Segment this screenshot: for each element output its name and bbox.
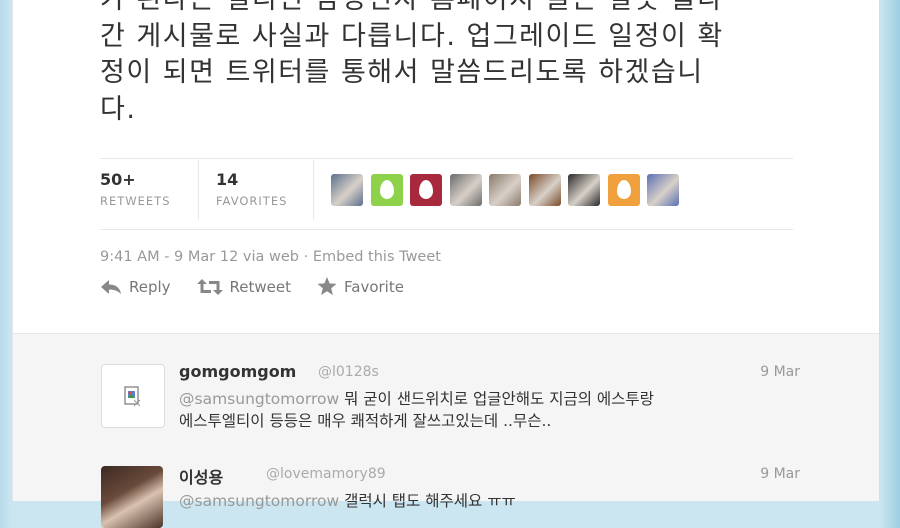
reply-icon [100, 279, 122, 295]
embed-tweet-link[interactable]: Embed this Tweet [313, 249, 441, 265]
tweet-text-line: 다. [100, 93, 137, 125]
avatar[interactable] [101, 466, 163, 528]
reply-button[interactable]: Reply [100, 277, 171, 296]
favorites-label: FAVORITES [216, 194, 288, 208]
reply-author-name[interactable]: gomgomgom [179, 362, 296, 381]
reply-label: Reply [129, 277, 171, 296]
tweet-text: 가 된다는 필리핀 삼성전자 홈페이지 글은 잘못 올라 간 게시물로 사실과 … [100, 0, 800, 128]
reply-text: @samsungtomorrow 갤럭시 탭도 해주세요 ㅠㅠ [179, 490, 799, 512]
default-egg-icon[interactable] [607, 174, 640, 206]
user-photo-icon[interactable] [449, 174, 482, 206]
retweets-count: 50+ [100, 170, 136, 189]
favorite-label: Favorite [344, 277, 404, 296]
divider [198, 160, 199, 220]
reply-author-name[interactable]: 이성용 [179, 464, 223, 488]
divider [100, 229, 793, 230]
mention-link[interactable]: @samsungtomorrow [179, 492, 339, 510]
user-photo-icon[interactable] [528, 174, 561, 206]
user-photo-icon[interactable] [647, 174, 679, 206]
user-photo-icon[interactable] [331, 174, 363, 206]
reply-timestamp[interactable]: 9 Mar [760, 466, 800, 482]
avatar[interactable] [101, 364, 165, 428]
reply-author-handle[interactable]: @l0128s [318, 364, 379, 380]
retweet-button[interactable]: Retweet [196, 277, 292, 296]
retweet-label: Retweet [229, 277, 292, 296]
reply-timestamp[interactable]: 9 Mar [760, 364, 800, 380]
tweet-text-line: 가 된다는 필리핀 삼성전자 홈페이지 글은 잘못 올라 [100, 0, 800, 19]
favoriter-avatars [331, 174, 679, 206]
reply-author-handle[interactable]: @lovemamory89 [266, 466, 386, 482]
retweets-label: RETWEETS [100, 194, 171, 208]
replies-section: gomgomgom @l0128s 9 Mar @samsungtomorrow… [13, 333, 879, 528]
tweet-actions: Reply Retweet Favorite [100, 277, 404, 296]
broken-image-icon [124, 386, 141, 406]
retweets-stat[interactable]: 50+ RETWEETS [100, 170, 171, 208]
star-icon [317, 277, 337, 296]
tweet-meta: 9:41 AM - 9 Mar 12 via web · Embed this … [100, 249, 441, 265]
favorites-stat[interactable]: 14 FAVORITES [216, 170, 287, 208]
mention-link[interactable]: @samsungtomorrow [179, 390, 339, 408]
reply-text: @samsungtomorrow 뭐 굳이 샌드위치로 업글안해도 지금의 에스… [179, 388, 799, 432]
tweet-text-line: 정이 되면 트위터를 통해서 말씀드리도록 하겠습니 [100, 57, 704, 88]
divider [100, 158, 793, 159]
favorite-button[interactable]: Favorite [317, 277, 404, 296]
tweet-text-line: 간 게시물로 사실과 다릅니다. 업그레이드 일정이 확 [100, 20, 724, 52]
user-photo-icon[interactable] [489, 174, 521, 206]
reply-text-line: 갤럭시 탭도 해주세요 ㅠㅠ [339, 492, 516, 510]
default-egg-icon[interactable] [410, 174, 442, 206]
default-egg-icon[interactable] [370, 174, 403, 206]
reply-text-line: 뭐 굳이 샌드위치로 업글안해도 지금의 에스투랑 [339, 390, 654, 408]
user-photo-icon[interactable] [568, 174, 600, 206]
divider [313, 160, 314, 220]
meta-separator: · [303, 249, 309, 265]
tweet-timestamp[interactable]: 9:41 AM - 9 Mar 12 via web [100, 249, 299, 265]
tweet-card: 가 된다는 필리핀 삼성전자 홈페이지 글은 잘못 올라 간 게시물로 사실과 … [12, 0, 880, 528]
reply-text-line: 에스투엘티이 등등은 매우 쾌적하게 잘쓰고있는데 ..무슨.. [179, 412, 552, 430]
retweet-icon [196, 278, 223, 296]
favorites-count: 14 [216, 170, 239, 189]
